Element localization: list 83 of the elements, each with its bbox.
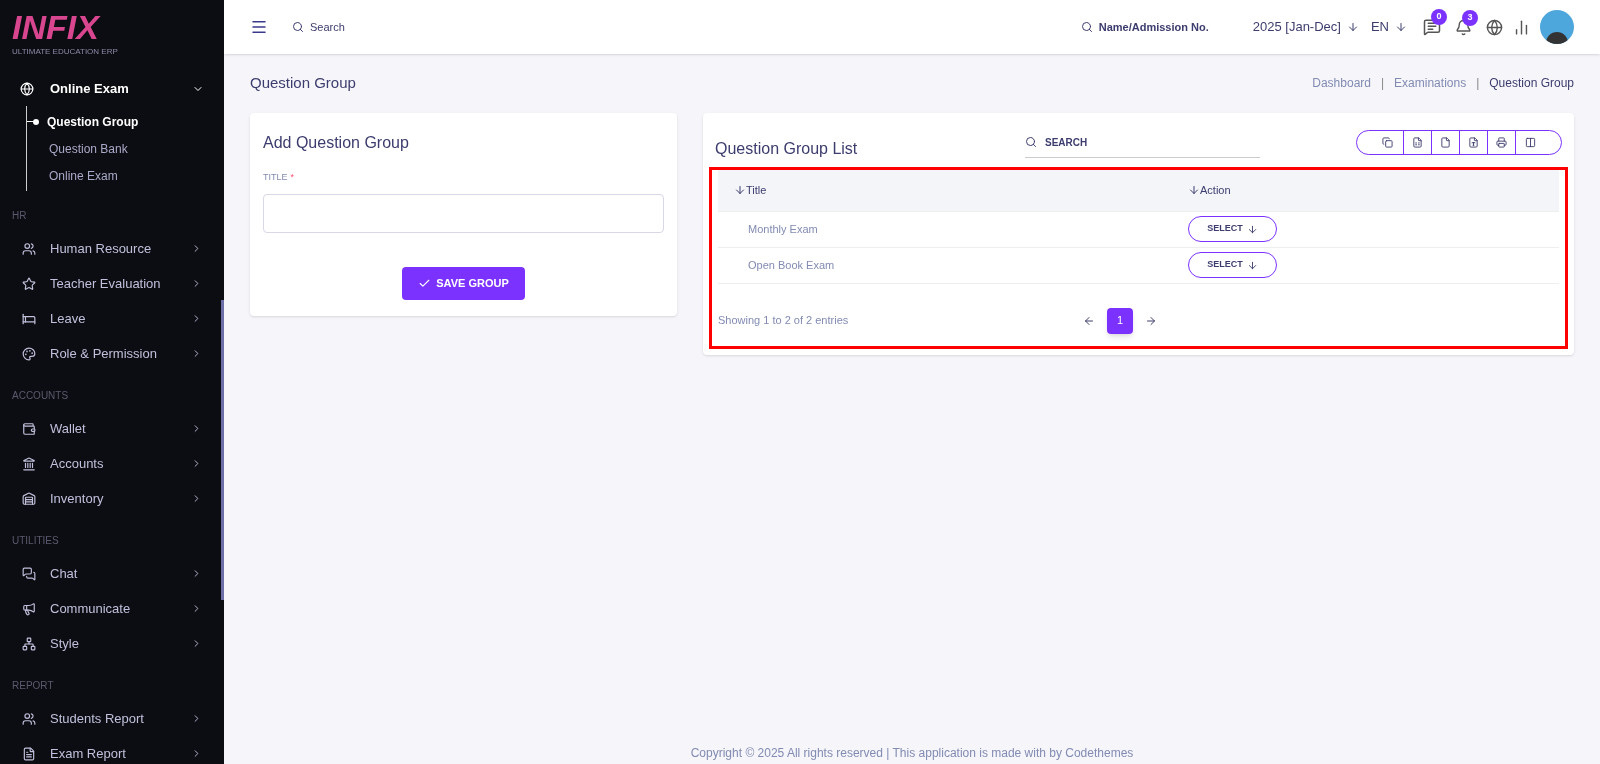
page-title: Question Group — [250, 73, 357, 93]
copy-icon — [1381, 137, 1393, 148]
menu-item[interactable]: Human Resource — [0, 231, 224, 266]
search-icon — [1025, 136, 1037, 148]
section-heading: HR — [11, 209, 28, 223]
save-group-button[interactable]: SAVE GROUP — [402, 267, 525, 300]
table-search-field[interactable]: SEARCH — [1025, 127, 1260, 158]
warehouse-icon — [22, 491, 36, 506]
people-icon — [22, 711, 36, 726]
card-title: Question Group List — [715, 138, 859, 159]
search-icon — [1080, 21, 1093, 33]
network-icon — [22, 636, 36, 651]
submenu-item[interactable]: Online Exam — [49, 166, 118, 185]
title-input-field[interactable] — [263, 194, 664, 233]
column-header[interactable]: Title — [718, 181, 1188, 199]
required-mark: * — [290, 170, 295, 184]
search-field[interactable]: Search — [292, 18, 345, 36]
pdf-icon — [1468, 137, 1479, 148]
next-page-icon[interactable] — [1145, 314, 1157, 327]
section-heading: REPORT — [11, 679, 55, 693]
bed-icon — [22, 311, 36, 326]
logo: INFIX — [12, 8, 102, 46]
section-heading: UTILITIES — [11, 534, 60, 548]
wallet-icon — [22, 421, 36, 436]
document-icon — [22, 746, 36, 761]
star-icon — [22, 276, 36, 291]
breadcrumb-separator: | — [1381, 75, 1385, 93]
table-cell-text: Open Book Exam — [747, 257, 836, 273]
entries-summary: Showing 1 to 2 of 2 entries — [718, 313, 850, 329]
spreadsheet-icon — [1412, 137, 1423, 148]
menu-item[interactable]: Style — [0, 626, 224, 661]
logo-tagline: ULTIMATE EDUCATION ERP — [12, 46, 119, 58]
chat-icon — [22, 566, 36, 581]
menu-item[interactable]: Role & Permission — [0, 336, 224, 371]
card-title: Add Question Group — [263, 132, 410, 153]
menu-item[interactable]: Wallet — [0, 411, 224, 446]
arrow-down-icon — [1395, 21, 1407, 33]
menu-item[interactable]: Teacher Evaluation — [0, 266, 224, 301]
bell-icon[interactable] — [1455, 18, 1472, 36]
menu-item[interactable]: Chat — [0, 556, 224, 591]
menu-item[interactable]: Online Exam — [20, 76, 204, 102]
breadcrumb-link[interactable]: Question Group — [1489, 74, 1574, 93]
palette-icon — [22, 346, 36, 361]
arrow-down-icon — [1246, 223, 1258, 235]
section-heading: ACCOUNTS — [11, 389, 70, 403]
chart-icon[interactable] — [1513, 18, 1530, 36]
student-search-field[interactable]: Name/Admission No. — [1080, 18, 1209, 36]
check-icon — [418, 277, 432, 290]
footer-text: Copyright © 2025 All rights reserved | This application is made with by Codethemes — [689, 745, 1135, 762]
column-header[interactable]: Action — [1188, 181, 1559, 199]
menu-item[interactable]: Accounts — [0, 446, 224, 481]
bank-icon — [22, 456, 36, 471]
sort-arrow-icon — [734, 184, 746, 196]
page-button[interactable]: 1 — [1107, 307, 1133, 334]
menu-item[interactable]: Inventory — [0, 481, 224, 516]
menu-item[interactable]: Students Report — [0, 701, 224, 736]
columns-icon — [1525, 137, 1536, 148]
print-icon — [1496, 137, 1507, 148]
previous-page-icon[interactable] — [1083, 314, 1095, 327]
submenu-item[interactable]: Question Group — [47, 112, 139, 131]
megaphone-icon — [22, 601, 36, 616]
menu-item[interactable]: Exam Report — [0, 736, 224, 764]
active-dot-icon — [27, 118, 39, 125]
arrow-down-icon — [1246, 259, 1258, 271]
globe-icon — [20, 82, 34, 96]
menu-item[interactable]: Leave — [0, 301, 224, 336]
menu-icon[interactable] — [250, 18, 268, 36]
document-icon — [1440, 137, 1451, 148]
sort-arrow-icon — [1188, 184, 1200, 196]
field-label: TITLE — [263, 170, 288, 184]
notification-count-badge: 3 — [1462, 9, 1478, 26]
globe-icon[interactable] — [1486, 18, 1503, 36]
breadcrumb-separator: | — [1476, 75, 1480, 93]
people-icon — [22, 241, 36, 256]
session-dropdown[interactable]: 2025 [Jan-Dec] — [1252, 17, 1359, 37]
table-cell-text: Monthly Exam — [747, 221, 819, 237]
message-count-badge: 0 — [1431, 9, 1447, 25]
arrow-down-icon — [1346, 21, 1359, 33]
submenu-item[interactable]: Question Bank — [49, 139, 128, 158]
menu-item[interactable]: Communicate — [0, 591, 224, 626]
language-dropdown[interactable]: EN — [1370, 17, 1407, 37]
search-icon — [292, 21, 304, 33]
avatar[interactable] — [1540, 10, 1574, 44]
